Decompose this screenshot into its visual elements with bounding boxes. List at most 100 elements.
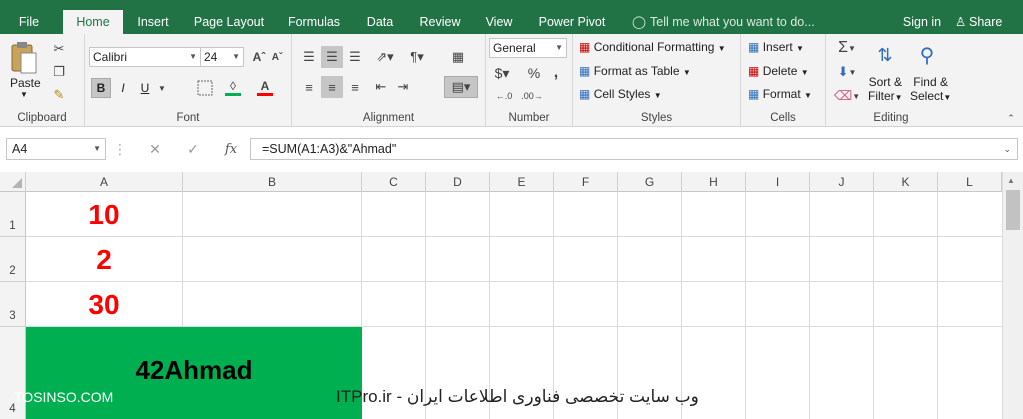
copy-icon[interactable]: ❐ [50, 63, 68, 81]
column-header-k[interactable]: K [874, 172, 938, 192]
fill-color-icon[interactable]: ◊ [221, 76, 245, 98]
gridline [937, 192, 938, 419]
conditional-formatting-button[interactable]: ▦ Conditional Formatting ▼ [579, 40, 726, 54]
merge-center-icon[interactable]: ▤▾ [444, 76, 478, 98]
format-painter-icon[interactable]: ✎ [50, 86, 68, 104]
font-size-combo[interactable]: 24 ▼ [200, 47, 244, 67]
cell-a4-merged[interactable]: 42Ahmad [26, 327, 362, 419]
chevron-down-icon: ▼ [804, 91, 812, 100]
sort-filter-button[interactable]: Sort & Filter▼ [868, 75, 903, 103]
vertical-scrollbar[interactable]: ▲ [1002, 172, 1023, 419]
cell-styles-button[interactable]: ▦ Cell Styles ▼ [579, 87, 662, 101]
format-cells-button[interactable]: ▦ Format ▼ [748, 87, 812, 101]
paste-button[interactable]: Paste [10, 76, 41, 90]
collapse-ribbon-icon[interactable]: ⌃ [1004, 112, 1018, 124]
cell-a1[interactable]: 10 [26, 192, 182, 236]
middle-align-icon[interactable]: ☰ [321, 46, 343, 68]
tell-me-box[interactable]: ◯ Tell me what you want to do... [632, 10, 815, 34]
align-right-icon[interactable]: ≡ [344, 76, 366, 98]
column-header-l[interactable]: L [938, 172, 1002, 192]
decrease-indent-icon[interactable]: ⇤ [370, 76, 392, 98]
format-as-table-button[interactable]: ▦ Format as Table ▼ [579, 64, 691, 78]
font-name-value: Calibri [93, 50, 128, 64]
row-header-1[interactable]: 1 [0, 192, 26, 237]
number-format-combo[interactable]: General ▼ [489, 38, 567, 58]
autosum-icon[interactable]: Σ ▼ [832, 38, 862, 58]
column-header-g[interactable]: G [618, 172, 682, 192]
currency-icon[interactable]: $ ▾ [490, 63, 514, 83]
sign-in-link[interactable]: Sign in [898, 10, 946, 34]
comma-button[interactable]: , [548, 63, 564, 83]
column-header-i[interactable]: I [746, 172, 810, 192]
align-center-icon[interactable]: ≡ [321, 76, 343, 98]
increase-decimal-icon[interactable]: ←.0 [492, 86, 516, 106]
name-box-value: A4 [12, 142, 28, 156]
increase-indent-icon[interactable]: ⇥ [392, 76, 414, 98]
borders-icon[interactable] [193, 78, 217, 98]
row-header-2[interactable]: 2 [0, 237, 26, 282]
paste-dropdown-icon[interactable]: ▼ [20, 90, 28, 99]
tab-home[interactable]: Home [63, 10, 123, 34]
scroll-up-icon[interactable]: ▲ [1007, 176, 1015, 185]
increase-font-icon[interactable]: Aˆ [251, 47, 267, 67]
cancel-icon[interactable]: ✕ [144, 140, 166, 158]
align-left-icon[interactable]: ≡ [298, 76, 320, 98]
underline-dropdown-icon[interactable]: ▼ [157, 78, 167, 98]
underline-button[interactable]: U [135, 78, 155, 98]
scrollbar-thumb[interactable] [1006, 190, 1020, 230]
decrease-decimal-icon[interactable]: .00→ [520, 86, 544, 106]
tab-file[interactable]: File [8, 10, 50, 34]
formula-input[interactable]: =SUM(A1:A3)&"Ahmad" ⌄ [250, 138, 1018, 160]
clear-icon[interactable]: ⌫ ▼ [832, 86, 862, 106]
italic-button[interactable]: I [113, 78, 133, 98]
drag-handle-icon[interactable]: ⋮ [113, 140, 127, 158]
tab-view[interactable]: View [478, 10, 520, 34]
sort-filter-icon[interactable]: ⇅ [870, 38, 900, 72]
column-header-j[interactable]: J [810, 172, 874, 192]
column-header-c[interactable]: C [362, 172, 426, 192]
row-header-4[interactable]: 4 [0, 327, 26, 419]
tab-insert[interactable]: Insert [128, 10, 178, 34]
delete-cells-button[interactable]: ▦ Delete ▼ [748, 64, 809, 78]
column-header-f[interactable]: F [554, 172, 618, 192]
search-icon[interactable]: ⚲ [912, 38, 942, 72]
top-align-icon[interactable]: ☰ [298, 46, 320, 68]
insert-function-icon[interactable]: fx [220, 140, 242, 158]
tab-review[interactable]: Review [412, 10, 468, 34]
gridline [425, 192, 426, 419]
tab-page-layout[interactable]: Page Layout [188, 10, 270, 34]
bold-button[interactable]: B [91, 78, 111, 98]
column-header-d[interactable]: D [426, 172, 490, 192]
expand-formula-icon[interactable]: ⌄ [1003, 139, 1011, 159]
cell-a2[interactable]: 2 [26, 237, 182, 281]
enter-icon[interactable]: ✓ [182, 140, 204, 158]
font-color-icon[interactable]: A [253, 76, 277, 98]
cut-icon[interactable]: ✂ [50, 40, 68, 58]
tab-data[interactable]: Data [358, 10, 402, 34]
share-button[interactable]: ♙ Share [951, 10, 1015, 34]
column-header-b[interactable]: B [183, 172, 362, 192]
name-box[interactable]: A4 ▼ [6, 138, 106, 160]
orientation-icon[interactable]: ⇗▾ [370, 46, 400, 68]
font-name-combo[interactable]: Calibri ▼ [89, 47, 201, 67]
decrease-font-icon[interactable]: Aˇ [269, 47, 285, 67]
bottom-align-icon[interactable]: ☰ [344, 46, 366, 68]
paste-icon[interactable] [8, 40, 40, 76]
fill-icon[interactable]: ⬇ ▼ [832, 62, 862, 82]
select-all-corner[interactable] [0, 172, 26, 192]
percent-button[interactable]: % [524, 63, 544, 83]
formula-bar: A4 ▼ ⋮ ✕ ✓ fx =SUM(A1:A3)&"Ahmad" ⌄ [0, 128, 1023, 172]
tab-formulas[interactable]: Formulas [280, 10, 348, 34]
column-header-h[interactable]: H [682, 172, 746, 192]
find-select-button[interactable]: Find & Select▼ [910, 75, 951, 103]
text-direction-icon[interactable]: ▦ [446, 46, 470, 68]
cell-a3[interactable]: 30 [26, 282, 182, 326]
wrap-text-icon[interactable]: ¶▾ [402, 46, 432, 68]
gridline [809, 192, 810, 419]
insert-cells-button[interactable]: ▦ Insert ▼ [748, 40, 804, 54]
column-header-a[interactable]: A [26, 172, 183, 192]
column-header-e[interactable]: E [490, 172, 554, 192]
table-icon: ▦ [579, 64, 591, 78]
tab-power-pivot[interactable]: Power Pivot [530, 10, 614, 34]
row-header-3[interactable]: 3 [0, 282, 26, 327]
